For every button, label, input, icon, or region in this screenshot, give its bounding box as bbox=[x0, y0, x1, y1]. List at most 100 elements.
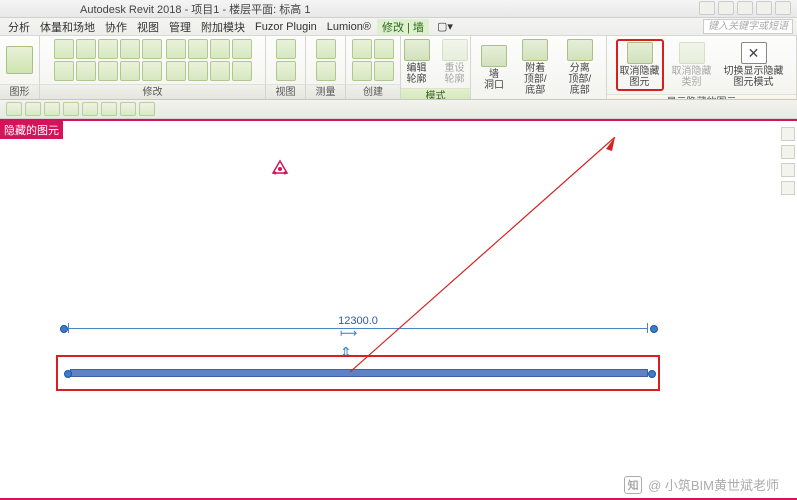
wall-opening-icon bbox=[481, 45, 507, 67]
dim-line-graphic bbox=[68, 328, 648, 329]
titlebar-icon[interactable] bbox=[737, 1, 753, 15]
menu-addins[interactable]: 附加模块 bbox=[197, 19, 249, 35]
menu-view[interactable]: 视图 bbox=[133, 19, 163, 35]
create-icon[interactable] bbox=[374, 61, 394, 81]
qat-icon[interactable] bbox=[63, 102, 79, 116]
qat-icon[interactable] bbox=[120, 102, 136, 116]
menu-expand-icon[interactable]: ▢▾ bbox=[431, 20, 459, 33]
detach-icon bbox=[567, 39, 593, 61]
drawing-canvas[interactable]: 隐藏的图元 12300.0 ⟼ ⇕ 知 @ 小筑BIM黄世斌老师 bbox=[0, 119, 797, 500]
menu-lumion[interactable]: Lumion® bbox=[323, 21, 375, 33]
hidden-border-top bbox=[0, 119, 797, 121]
hidden-elements-label: 隐藏的图元 bbox=[0, 121, 63, 139]
modify-tools2 bbox=[166, 39, 252, 81]
titlebar-icon[interactable] bbox=[756, 1, 772, 15]
create-icon[interactable] bbox=[352, 61, 372, 81]
create-icon[interactable] bbox=[374, 39, 394, 59]
tool-icon[interactable] bbox=[232, 39, 252, 59]
nav-icon[interactable] bbox=[781, 163, 795, 177]
menu-analyze[interactable]: 分析 bbox=[4, 19, 34, 35]
quick-access-toolbar bbox=[0, 100, 797, 119]
wall-end-handle[interactable] bbox=[648, 370, 656, 378]
toggle-hidden-button[interactable]: ✕切换显示隐藏 图元模式 bbox=[720, 42, 788, 88]
qat-icon[interactable] bbox=[6, 102, 22, 116]
tool-icon[interactable] bbox=[98, 61, 118, 81]
nav-icon[interactable] bbox=[781, 127, 795, 141]
dim-witness-handle[interactable] bbox=[60, 325, 68, 333]
tool-icon[interactable] bbox=[120, 61, 140, 81]
dim-tick bbox=[647, 323, 648, 333]
ribbon: 图形 修改 视图 测量 创建 编辑 轮廓 重设 轮廓 模式 bbox=[0, 36, 797, 100]
panel-modify: 修改 bbox=[40, 84, 265, 99]
menu-modify-wall[interactable]: 修改 | 墙 bbox=[377, 19, 429, 35]
graphics-icon[interactable] bbox=[6, 46, 33, 74]
qat-icon[interactable] bbox=[82, 102, 98, 116]
qat-icon[interactable] bbox=[101, 102, 117, 116]
tool-icon[interactable] bbox=[120, 39, 140, 59]
dimension-line[interactable]: 12300.0 bbox=[68, 319, 648, 337]
detach-top-button[interactable]: 分离 顶部/底部 bbox=[560, 39, 601, 96]
tool-icon[interactable] bbox=[142, 61, 162, 81]
qat-icon[interactable] bbox=[139, 102, 155, 116]
panel-create: 创建 bbox=[346, 84, 400, 99]
create-icon[interactable] bbox=[352, 39, 372, 59]
view-icon[interactable] bbox=[276, 39, 296, 59]
panel-mode: 模式 bbox=[401, 88, 470, 100]
nav-icon[interactable] bbox=[781, 181, 795, 195]
close-icon: ✕ bbox=[741, 42, 767, 64]
zhihu-icon: 知 bbox=[624, 476, 642, 494]
navigation-bar bbox=[781, 127, 795, 195]
edit-profile-button[interactable]: 编辑 轮廓 bbox=[400, 39, 434, 85]
tool-icon[interactable] bbox=[232, 61, 252, 81]
wall-opening-button[interactable]: 墙 洞口 bbox=[477, 45, 511, 91]
menu-bar: 分析 体量和场地 协作 视图 管理 附加模块 Fuzor Plugin Lumi… bbox=[0, 18, 797, 36]
unhide-category-button: 取消隐藏 类别 bbox=[668, 42, 716, 88]
edit-profile-icon bbox=[404, 39, 430, 61]
tool-icon[interactable] bbox=[166, 39, 186, 59]
unhide-element-button[interactable]: 取消隐藏 图元 bbox=[616, 39, 664, 91]
tool-icon[interactable] bbox=[142, 39, 162, 59]
view-icon[interactable] bbox=[276, 61, 296, 81]
tool-icon[interactable] bbox=[210, 61, 230, 81]
menu-collab[interactable]: 协作 bbox=[101, 19, 131, 35]
qat-icon[interactable] bbox=[44, 102, 60, 116]
tool-icon[interactable] bbox=[54, 61, 74, 81]
survey-point-icon[interactable] bbox=[270, 159, 290, 179]
attach-top-button[interactable]: 附着 顶部/底部 bbox=[515, 39, 556, 96]
tool-icon[interactable] bbox=[98, 39, 118, 59]
dim-tick bbox=[68, 323, 69, 333]
qat-icon[interactable] bbox=[25, 102, 41, 116]
tool-icon[interactable] bbox=[76, 61, 96, 81]
reset-profile-icon bbox=[442, 39, 468, 61]
tool-icon[interactable] bbox=[188, 39, 208, 59]
titlebar-icon[interactable] bbox=[718, 1, 734, 15]
nav-icon[interactable] bbox=[781, 145, 795, 159]
tool-icon[interactable] bbox=[166, 61, 186, 81]
dim-witness-handle[interactable] bbox=[650, 325, 658, 333]
search-input[interactable]: 键入关键字或短语 bbox=[703, 19, 793, 34]
annotation-arrow bbox=[350, 137, 630, 377]
tool-icon[interactable] bbox=[54, 39, 74, 59]
unhide-cat-icon bbox=[679, 42, 705, 64]
measure-icon[interactable] bbox=[316, 61, 336, 81]
measure-icon[interactable] bbox=[316, 39, 336, 59]
wall-element[interactable] bbox=[70, 369, 648, 377]
menu-manage[interactable]: 管理 bbox=[165, 19, 195, 35]
titlebar-icon[interactable] bbox=[775, 1, 791, 15]
menu-massing[interactable]: 体量和场地 bbox=[36, 19, 99, 35]
app-title: Autodesk Revit 2018 - 项目1 - 楼层平面: 标高 1 bbox=[80, 1, 310, 17]
menu-fuzor[interactable]: Fuzor Plugin bbox=[251, 21, 321, 33]
tool-icon[interactable] bbox=[188, 61, 208, 81]
tool-icon[interactable] bbox=[210, 39, 230, 59]
attach-icon bbox=[522, 39, 548, 61]
temp-dim-icon[interactable]: ⟼ bbox=[340, 326, 357, 340]
panel-graphics: 图形 bbox=[0, 84, 39, 99]
reset-profile-button: 重设 轮廓 bbox=[438, 39, 472, 85]
titlebar-icon[interactable] bbox=[699, 1, 715, 15]
unhide-elem-icon bbox=[627, 42, 653, 64]
tool-icon[interactable] bbox=[76, 39, 96, 59]
modify-tools bbox=[54, 39, 162, 81]
wall-end-handle[interactable] bbox=[64, 370, 72, 378]
watermark: 知 @ 小筑BIM黄世斌老师 bbox=[624, 475, 779, 494]
panel-view: 视图 bbox=[266, 84, 305, 99]
